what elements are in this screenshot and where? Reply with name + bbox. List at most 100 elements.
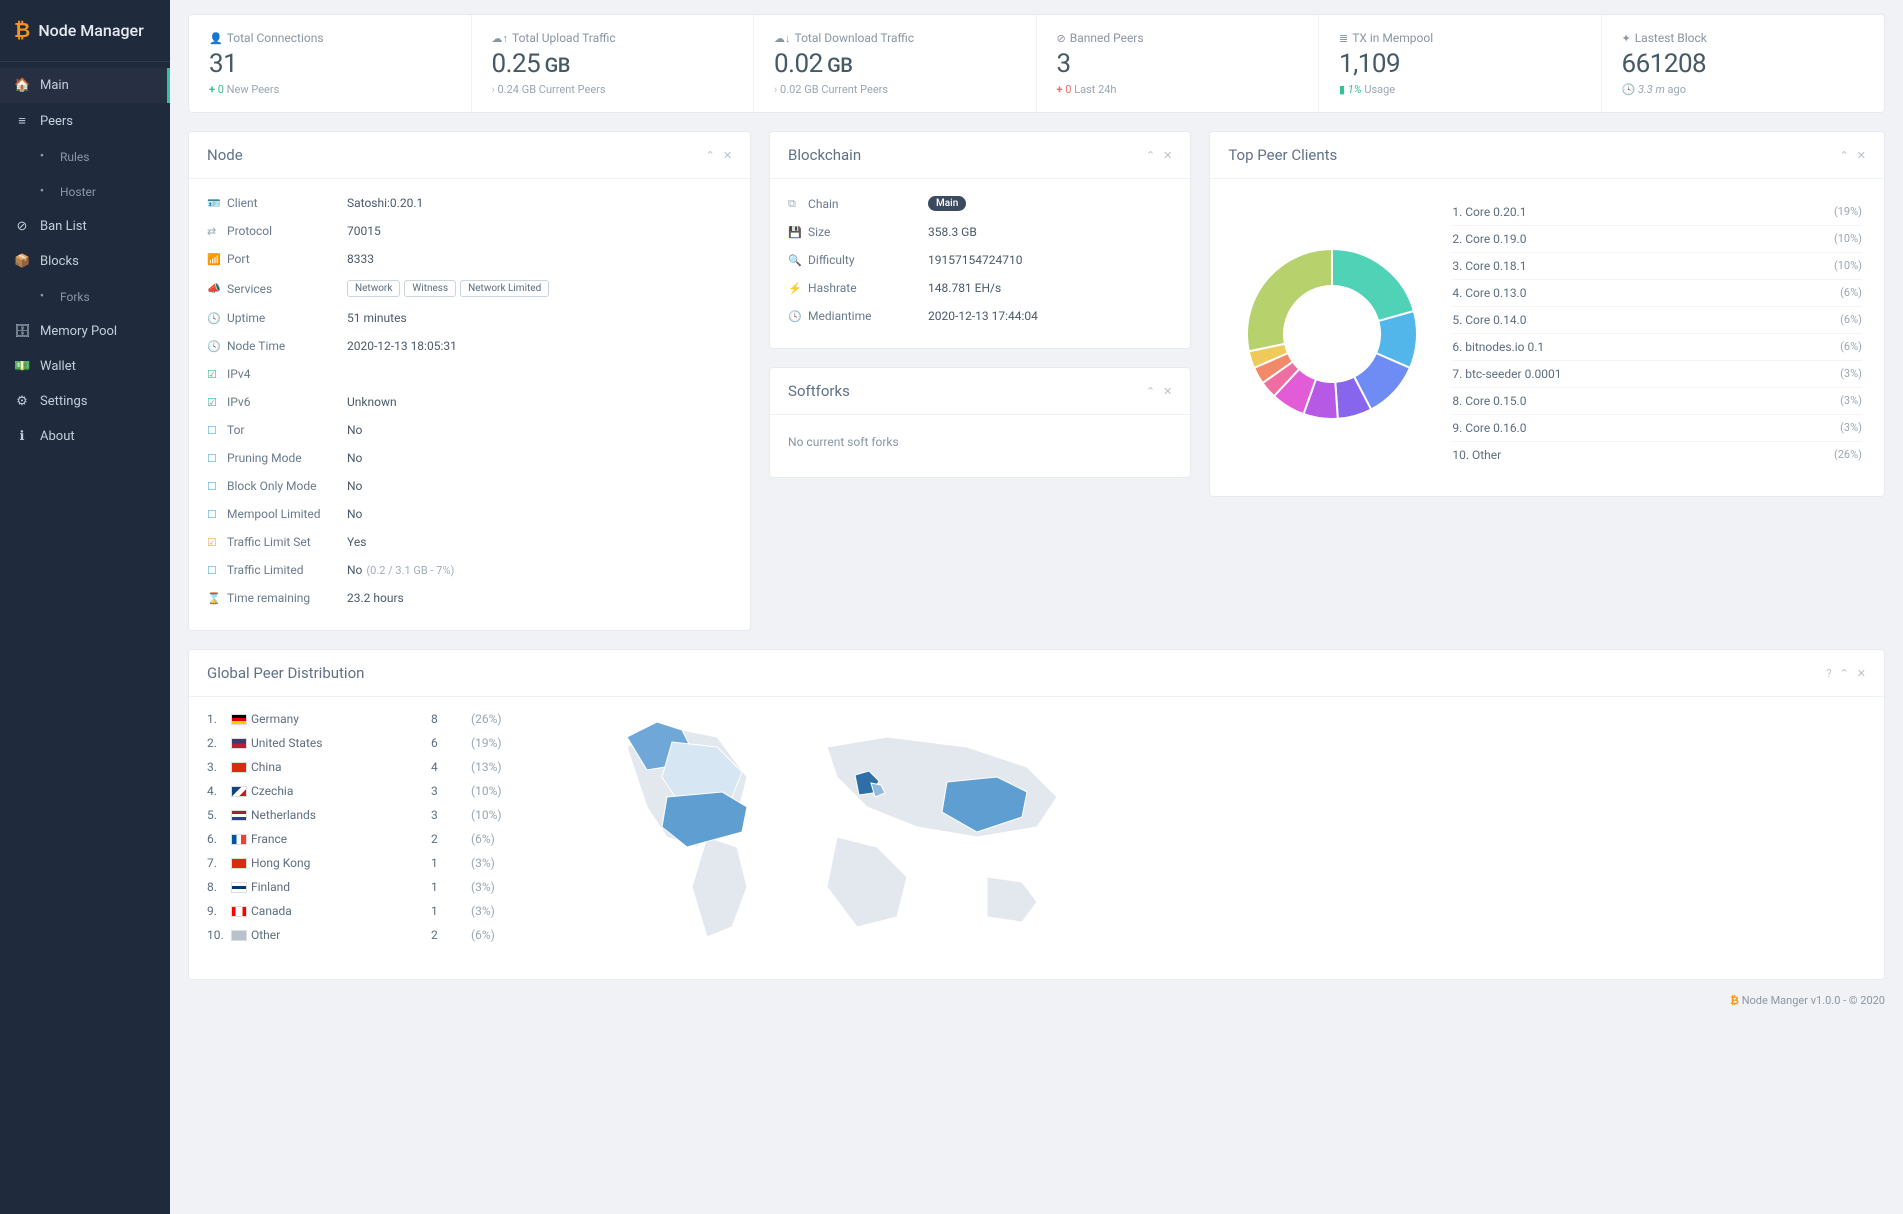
id-icon: 🪪: [207, 197, 221, 210]
stat-banned-peers: ⊘Banned Peers3+ 0 Last 24h: [1037, 15, 1320, 112]
sidebar-item-main[interactable]: 🏠Main: [0, 68, 170, 103]
service-badge: Network Limited: [460, 280, 549, 297]
blockchain-card: Blockchain ⌃ ✕ ⧉ChainMain💾Size358.3 GB🔍D…: [769, 131, 1191, 349]
unchecked-icon: ☐: [207, 564, 221, 577]
sidebar-item-rules[interactable]: •Rules: [0, 139, 170, 174]
stats-row: 👤Total Connections31+ 0 New Peers☁↑Total…: [188, 14, 1885, 113]
dist-row: 1.Germany8(26%): [207, 707, 527, 731]
save-icon: 💾: [788, 226, 802, 239]
sidebar-item-peers[interactable]: ≡Peers: [0, 103, 170, 139]
info-icon: ℹ: [14, 429, 30, 444]
info-row-difficulty: 🔍Difficulty19157154724710: [788, 246, 1172, 274]
check-icon: ☑: [207, 536, 221, 549]
close-icon[interactable]: ✕: [1163, 385, 1172, 398]
sidebar-item-wallet[interactable]: 💵Wallet: [0, 349, 170, 384]
client-row: 2. Core 0.19.0(10%): [1452, 226, 1862, 253]
info-row-services: 📣ServicesNetwork Witness Network Limited: [207, 273, 732, 304]
flag-icon: [231, 738, 247, 749]
stat-total-connections: 👤Total Connections31+ 0 New Peers: [189, 15, 472, 112]
clock-icon: 🕓: [788, 310, 802, 323]
list-icon: ≡: [14, 113, 30, 129]
top-peer-clients-card: Top Peer Clients ⌃ ✕ 1. Core 0.20.1(19%)…: [1209, 131, 1885, 497]
client-row: 4. Core 0.13.0(6%): [1452, 280, 1862, 307]
help-icon[interactable]: ?: [1826, 667, 1831, 680]
bullet-icon: •: [34, 149, 50, 164]
sidebar-item-memory-pool[interactable]: 🗄Memory Pool: [0, 314, 170, 349]
search-icon: 🔍: [788, 254, 802, 267]
dist-row: 6.France2(6%): [207, 827, 527, 851]
sidebar-item-ban-list[interactable]: ⊘Ban List: [0, 209, 170, 244]
info-row-protocol: ⇄Protocol70015: [207, 217, 732, 245]
info-row-mempool-limited: ☐Mempool LimitedNo: [207, 500, 732, 528]
dist-card-title: Global Peer Distribution: [207, 664, 364, 682]
info-row-traffic-limit-set: ☑Traffic Limit SetYes: [207, 528, 732, 556]
dist-row: 3.China4(13%): [207, 755, 527, 779]
softforks-card: Softforks ⌃ ✕ No current soft forks: [769, 367, 1191, 478]
stack-icon: ≣: [1339, 32, 1348, 45]
blockchain-card-title: Blockchain: [788, 146, 861, 164]
collapse-icon[interactable]: ⌃: [1840, 149, 1849, 162]
softforks-empty-text: No current soft forks: [788, 425, 1172, 459]
clock-icon: 🕓: [207, 312, 221, 325]
stat-total-download-traffic: ☁↓Total Download Traffic0.02 GB› 0.02 GB…: [754, 15, 1037, 112]
bitcoin-icon: ₿: [1730, 994, 1739, 1007]
flag-icon: [231, 930, 247, 941]
client-row: 6. bitnodes.io 0.1(6%): [1452, 334, 1862, 361]
softforks-card-title: Softforks: [788, 382, 850, 400]
wifi-icon: 📶: [207, 253, 221, 266]
app-title: ₿ Node Manager: [0, 0, 170, 62]
client-row: 5. Core 0.14.0(6%): [1452, 307, 1862, 334]
sidebar-item-settings[interactable]: ⚙Settings: [0, 384, 170, 419]
ban-icon: ⊘: [1057, 32, 1066, 45]
footer-copyright: - © 2020: [1840, 994, 1885, 1007]
client-row: 9. Core 0.16.0(3%): [1452, 415, 1862, 442]
close-icon[interactable]: ✕: [1857, 149, 1866, 162]
sidebar-item-forks[interactable]: •Forks: [0, 279, 170, 314]
sidebar: ₿ Node Manager 🏠Main≡Peers•Rules•Hoster⊘…: [0, 0, 170, 1214]
donut-slice[interactable]: [1247, 249, 1332, 351]
cloud-up-icon: ☁↑: [492, 32, 509, 45]
collapse-icon[interactable]: ⌃: [1840, 667, 1849, 680]
close-icon[interactable]: ✕: [723, 149, 732, 162]
bullhorn-icon: 📣: [207, 282, 221, 295]
check-icon: ☑: [207, 396, 221, 409]
sidebar-item-blocks[interactable]: 📦Blocks: [0, 244, 170, 279]
close-icon[interactable]: ✕: [1163, 149, 1172, 162]
info-row-node-time: 🕓Node Time2020-12-13 18:05:31: [207, 332, 732, 360]
stat-total-upload-traffic: ☁↑Total Upload Traffic0.25 GB› 0.24 GB C…: [472, 15, 755, 112]
sidebar-item-hoster[interactable]: •Hoster: [0, 174, 170, 209]
check-icon: ☑: [207, 368, 221, 381]
info-row-ipv4: ☑IPv4: [207, 360, 732, 388]
client-row: 3. Core 0.18.1(10%): [1452, 253, 1862, 280]
chain-badge: Main: [928, 196, 966, 211]
dist-row: 8.Finland1(3%): [207, 875, 527, 899]
unchecked-icon: ☐: [207, 452, 221, 465]
info-row-time-remaining: ⌛Time remaining23.2 hours: [207, 584, 732, 612]
main-content: 👤Total Connections31+ 0 New Peers☁↑Total…: [170, 0, 1903, 1025]
collapse-icon[interactable]: ⌃: [1146, 149, 1155, 162]
bullet-icon: •: [34, 184, 50, 199]
flag-icon: [231, 714, 247, 725]
info-row-size: 💾Size358.3 GB: [788, 218, 1172, 246]
info-row-client: 🪪ClientSatoshi:0.20.1: [207, 189, 732, 217]
ban-icon: ⊘: [14, 219, 30, 234]
cloud-down-icon: ☁↓: [774, 32, 791, 45]
client-row: 8. Core 0.15.0(3%): [1452, 388, 1862, 415]
node-card-title: Node: [207, 146, 243, 164]
copy-icon: ⧉: [788, 197, 802, 211]
info-row-ipv6: ☑IPv6Unknown: [207, 388, 732, 416]
dist-row: 7.Hong Kong1(3%): [207, 851, 527, 875]
close-icon[interactable]: ✕: [1857, 667, 1866, 680]
bolt-icon: ⚡: [788, 282, 802, 295]
info-row-tor: ☐TorNo: [207, 416, 732, 444]
info-row-port: 📶Port8333: [207, 245, 732, 273]
stat-lastest-block: ✦Lastest Block661208🕓 3.3 m ago: [1602, 15, 1885, 112]
info-row-pruning-mode: ☐Pruning ModeNo: [207, 444, 732, 472]
collapse-icon[interactable]: ⌃: [706, 149, 715, 162]
flag-icon: [231, 810, 247, 821]
donut-slice[interactable]: [1332, 249, 1414, 321]
sidebar-item-about[interactable]: ℹAbout: [0, 419, 170, 454]
dist-row: 4.Czechia3(10%): [207, 779, 527, 803]
collapse-icon[interactable]: ⌃: [1146, 385, 1155, 398]
hourglass-icon: ⌛: [207, 592, 221, 605]
